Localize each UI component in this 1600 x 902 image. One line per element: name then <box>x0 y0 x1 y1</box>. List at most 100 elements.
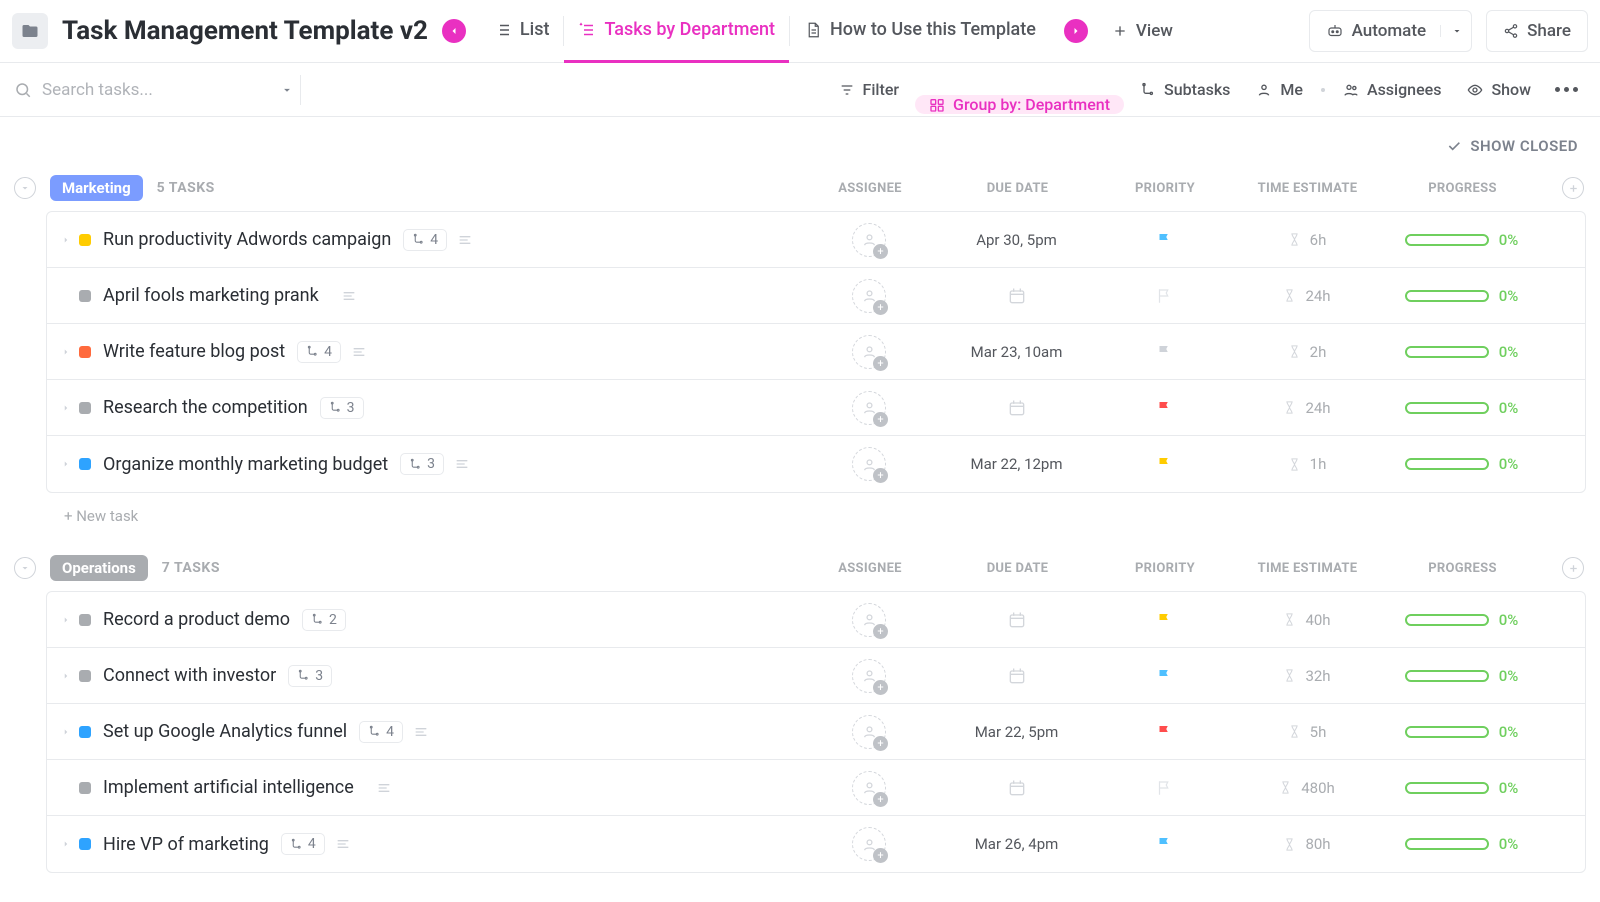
task-name[interactable]: Run productivity Adwords campaign <box>103 229 391 250</box>
task-row[interactable]: Connect with investor3+32h0% <box>47 648 1585 704</box>
description-icon[interactable] <box>351 344 367 360</box>
subtasks-button[interactable]: Subtasks <box>1130 74 1240 105</box>
time-cell[interactable]: 6h <box>1229 231 1384 249</box>
col-time[interactable]: TIME ESTIMATE <box>1230 181 1385 196</box>
time-cell[interactable]: 480h <box>1229 779 1384 797</box>
due-cell[interactable]: Mar 22, 12pm <box>934 455 1099 473</box>
group-by-button[interactable]: Group by: Department <box>915 95 1124 114</box>
task-row[interactable]: Write feature blog post 4 +Mar 23, 10am 2h0… <box>47 324 1585 380</box>
filter-button[interactable]: Filter <box>829 74 910 105</box>
assignee-placeholder[interactable]: + <box>852 391 886 425</box>
tab-list[interactable]: List <box>480 0 564 63</box>
assignee-placeholder[interactable]: + <box>852 223 886 257</box>
time-cell[interactable]: 80h <box>1229 835 1384 853</box>
task-name[interactable]: April fools marketing prank <box>103 285 319 306</box>
due-cell[interactable] <box>934 286 1099 306</box>
progress-cell[interactable]: 0% <box>1384 723 1539 741</box>
expand-toggle[interactable] <box>61 403 75 413</box>
expand-toggle[interactable] <box>61 671 75 681</box>
expand-toggle[interactable] <box>61 839 75 849</box>
priority-cell[interactable] <box>1099 343 1229 361</box>
assignee-placeholder[interactable]: + <box>852 279 886 313</box>
priority-cell[interactable] <box>1099 723 1229 741</box>
assignee-placeholder[interactable]: + <box>852 447 886 481</box>
next-view-button[interactable] <box>1064 19 1088 43</box>
task-row[interactable]: Set up Google Analytics funnel4+Mar 22, … <box>47 704 1585 760</box>
status-square[interactable] <box>79 458 91 470</box>
col-progress[interactable]: PROGRESS <box>1385 181 1540 196</box>
due-cell[interactable] <box>934 666 1099 686</box>
assignee-cell[interactable]: + <box>804 279 934 313</box>
status-square[interactable] <box>79 402 91 414</box>
group-badge[interactable]: Operations <box>50 555 148 581</box>
task-row[interactable]: Record a product demo2+40h0% <box>47 592 1585 648</box>
assignee-cell[interactable]: + <box>804 715 934 749</box>
col-priority[interactable]: PRIORITY <box>1100 561 1230 576</box>
task-row[interactable]: Hire VP of marketing4+Mar 26, 4pm80h0% <box>47 816 1585 872</box>
status-square[interactable] <box>79 290 91 302</box>
description-icon[interactable] <box>376 780 392 796</box>
more-button[interactable] <box>1547 87 1586 92</box>
time-cell[interactable]: 32h <box>1229 667 1384 685</box>
assignee-cell[interactable]: + <box>804 447 934 481</box>
description-icon[interactable] <box>457 232 473 248</box>
description-icon[interactable] <box>454 456 470 472</box>
share-button[interactable]: Share <box>1486 10 1588 52</box>
progress-cell[interactable]: 0% <box>1384 343 1539 361</box>
assignee-cell[interactable]: + <box>804 335 934 369</box>
priority-cell[interactable] <box>1099 611 1229 629</box>
collapse-toggle[interactable] <box>14 557 36 579</box>
time-cell[interactable]: 2h <box>1229 343 1384 361</box>
progress-cell[interactable]: 0% <box>1384 455 1539 473</box>
col-progress[interactable]: PROGRESS <box>1385 561 1540 576</box>
due-cell[interactable]: Mar 23, 10am <box>934 343 1099 361</box>
status-square[interactable] <box>79 726 91 738</box>
subtask-count[interactable]: 3 <box>320 397 364 419</box>
tab-tasks-by-department[interactable]: Tasks by Department <box>564 0 789 63</box>
progress-cell[interactable]: 0% <box>1384 779 1539 797</box>
chevron-down-icon[interactable] <box>280 83 294 97</box>
due-cell[interactable]: Mar 22, 5pm <box>934 723 1099 741</box>
status-square[interactable] <box>79 838 91 850</box>
expand-toggle[interactable] <box>61 235 75 245</box>
assignee-cell[interactable]: + <box>804 223 934 257</box>
due-cell[interactable] <box>934 398 1099 418</box>
task-row[interactable]: Research the competition3+24h0% <box>47 380 1585 436</box>
add-view-button[interactable]: View <box>1102 11 1183 51</box>
subtask-count[interactable]: 4 <box>297 341 341 363</box>
add-column-button[interactable] <box>1562 557 1584 579</box>
time-cell[interactable]: 5h <box>1229 723 1384 741</box>
automate-button[interactable]: Automate <box>1309 10 1473 52</box>
description-icon[interactable] <box>341 288 357 304</box>
subtask-count[interactable]: 4 <box>359 721 403 743</box>
description-icon[interactable] <box>335 836 351 852</box>
subtask-count[interactable]: 3 <box>288 665 332 687</box>
status-square[interactable] <box>79 346 91 358</box>
progress-cell[interactable]: 0% <box>1384 231 1539 249</box>
new-task-button[interactable]: + New task <box>14 493 1586 525</box>
progress-cell[interactable]: 0% <box>1384 835 1539 853</box>
search-input[interactable] <box>42 80 270 100</box>
me-button[interactable]: Me <box>1246 74 1313 105</box>
time-cell[interactable]: 40h <box>1229 611 1384 629</box>
task-name[interactable]: Hire VP of marketing <box>103 834 269 855</box>
expand-toggle[interactable] <box>61 727 75 737</box>
assignee-cell[interactable]: + <box>804 771 934 805</box>
subtask-count[interactable]: 4 <box>403 229 447 251</box>
priority-cell[interactable] <box>1099 399 1229 417</box>
priority-cell[interactable] <box>1099 667 1229 685</box>
priority-cell[interactable] <box>1099 835 1229 853</box>
prev-view-button[interactable] <box>442 19 466 43</box>
assignee-cell[interactable]: + <box>804 659 934 693</box>
show-button[interactable]: Show <box>1457 74 1541 105</box>
automate-caret[interactable] <box>1440 25 1463 37</box>
folder-icon[interactable] <box>12 13 48 49</box>
assignee-placeholder[interactable]: + <box>852 827 886 861</box>
time-cell[interactable]: 1h <box>1229 455 1384 473</box>
due-cell[interactable]: Apr 30, 5pm <box>934 231 1099 249</box>
task-name[interactable]: Connect with investor <box>103 665 276 686</box>
task-name[interactable]: Write feature blog post <box>103 341 285 362</box>
show-closed-toggle[interactable]: SHOW CLOSED <box>0 117 1600 165</box>
status-square[interactable] <box>79 614 91 626</box>
expand-toggle[interactable] <box>61 615 75 625</box>
